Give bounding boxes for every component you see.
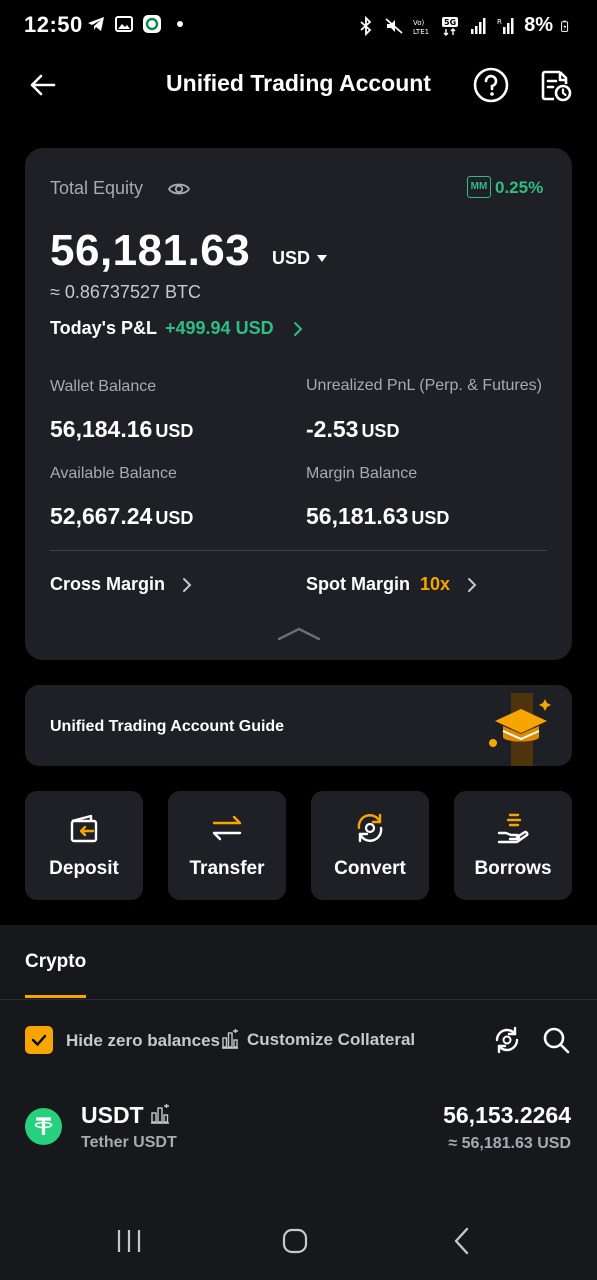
btc-equivalent: ≈ 0.86737527 BTC (50, 282, 201, 302)
card-divider (50, 550, 547, 551)
hide-zero-label[interactable]: Hide zero balances (66, 1031, 220, 1051)
top-app-bar: Unified Trading Account (0, 56, 597, 116)
chevron-right-icon[interactable] (290, 320, 306, 338)
equity-currency-selector[interactable]: USD (272, 248, 310, 269)
todays-pnl-value[interactable]: +499.94 USD (165, 318, 274, 339)
battery-icon (561, 20, 569, 32)
cross-margin-link[interactable]: Cross Margin (50, 574, 195, 595)
transfer-label: Transfer (189, 858, 265, 879)
asset-amount: 56,153.2264 (443, 1102, 571, 1128)
status-time: 12:50 (24, 12, 83, 37)
guide-title: Unified Trading Account Guide (50, 718, 285, 735)
collateral-chart-icon[interactable] (221, 1029, 239, 1049)
bluetooth-icon (360, 15, 372, 36)
borrows-label: Borrows (474, 858, 552, 879)
tab-indicator (25, 995, 86, 998)
chevron-right-icon (468, 577, 477, 592)
app-icon (143, 15, 161, 33)
account-guide-banner[interactable]: Unified Trading Account Guide (25, 685, 572, 766)
cross-margin-label: Cross Margin (50, 574, 166, 594)
mm-ratio[interactable]: 0.25% (495, 178, 543, 198)
margin-balance-label: Margin Balance (306, 465, 418, 482)
total-equity-value: 56,181.63 (50, 226, 251, 275)
system-nav-bar (0, 1196, 597, 1280)
spot-margin-label: Spot Margin (306, 574, 410, 594)
asset-chart-icon[interactable] (150, 1104, 170, 1124)
mute-icon (385, 17, 403, 34)
svg-text:LTE1: LTE1 (413, 28, 429, 36)
telegram-icon (88, 17, 104, 31)
unrealized-pnl-label: Unrealized PnL (Perp. & Futures) (306, 377, 542, 394)
search-icon[interactable] (542, 1026, 570, 1054)
convert-small-icon[interactable] (493, 1026, 521, 1054)
status-right-icons: Vo) LTE1 5G R 8% (356, 14, 573, 37)
unrealized-pnl-value: -2.53 USD (306, 416, 400, 442)
gallery-icon (115, 16, 133, 32)
eye-icon[interactable] (167, 177, 191, 201)
mm-badge: MM (467, 176, 491, 198)
available-balance-value: 52,667.24 USD (50, 503, 194, 529)
spot-margin-link[interactable]: Spot Margin 10x (306, 574, 480, 595)
svg-text:5G: 5G (444, 18, 456, 27)
tab-divider (0, 999, 597, 1000)
records-icon[interactable] (536, 66, 574, 104)
wallet-balance-value: 56,184.16 USD (50, 416, 194, 442)
back-nav-icon[interactable] (448, 1226, 478, 1256)
deposit-button[interactable]: Deposit (25, 791, 143, 900)
status-bar: 12:50 Vo) LTE1 5G R 8% (0, 0, 597, 52)
status-left-icons (86, 14, 190, 34)
chevron-up-icon[interactable] (277, 626, 321, 642)
dot-icon (177, 21, 183, 27)
5g-icon: 5G (442, 16, 459, 36)
asset-row-usdt[interactable]: USDT Tether USDT 56,153.2264 ≈ 56,181.63… (0, 1100, 597, 1160)
total-equity-label: Total Equity (50, 178, 144, 198)
battery-level: 8% (524, 14, 553, 36)
deposit-icon (70, 814, 98, 843)
equity-card: Total Equity MM 0.25% 56,181.63 USD ≈ 0.… (25, 148, 572, 660)
recent-apps-icon[interactable] (114, 1226, 144, 1256)
convert-icon (357, 813, 383, 843)
borrows-button[interactable]: Borrows (454, 791, 572, 900)
check-icon (31, 1034, 47, 1046)
customize-collateral-link[interactable]: Customize Collateral (247, 1030, 415, 1050)
transfer-button[interactable]: Transfer (168, 791, 286, 900)
asset-symbol: USDT (81, 1102, 144, 1128)
chevron-right-icon (183, 577, 192, 592)
signal-r-icon: R (497, 17, 514, 34)
graduation-cap-icon (489, 693, 551, 766)
help-icon[interactable] (472, 66, 510, 104)
home-icon[interactable] (280, 1226, 310, 1256)
spot-margin-leverage: 10x (420, 574, 451, 594)
transfer-icon (212, 815, 242, 841)
wallet-balance-label: Wallet Balance (50, 378, 157, 395)
svg-text:Vo): Vo) (413, 19, 425, 27)
convert-label: Convert (334, 858, 406, 879)
asset-usd-value: ≈ 56,181.63 USD (448, 1135, 571, 1152)
convert-button[interactable]: Convert (311, 791, 429, 900)
usdt-coin-icon (25, 1108, 62, 1145)
volte-icon: Vo)LTE1 (413, 19, 429, 36)
svg-text:R: R (497, 18, 502, 26)
borrows-icon (497, 813, 529, 844)
margin-balance-value: 56,181.63 USD (306, 503, 450, 529)
todays-pnl-label[interactable]: Today's P&L (50, 318, 157, 339)
hide-zero-checkbox[interactable] (25, 1026, 53, 1054)
asset-full-name: Tether USDT (81, 1134, 177, 1151)
available-balance-label: Available Balance (50, 465, 177, 482)
tab-crypto[interactable]: Crypto (25, 951, 86, 973)
signal-icon (471, 17, 486, 34)
caret-down-icon[interactable] (317, 255, 327, 262)
deposit-label: Deposit (49, 858, 119, 879)
